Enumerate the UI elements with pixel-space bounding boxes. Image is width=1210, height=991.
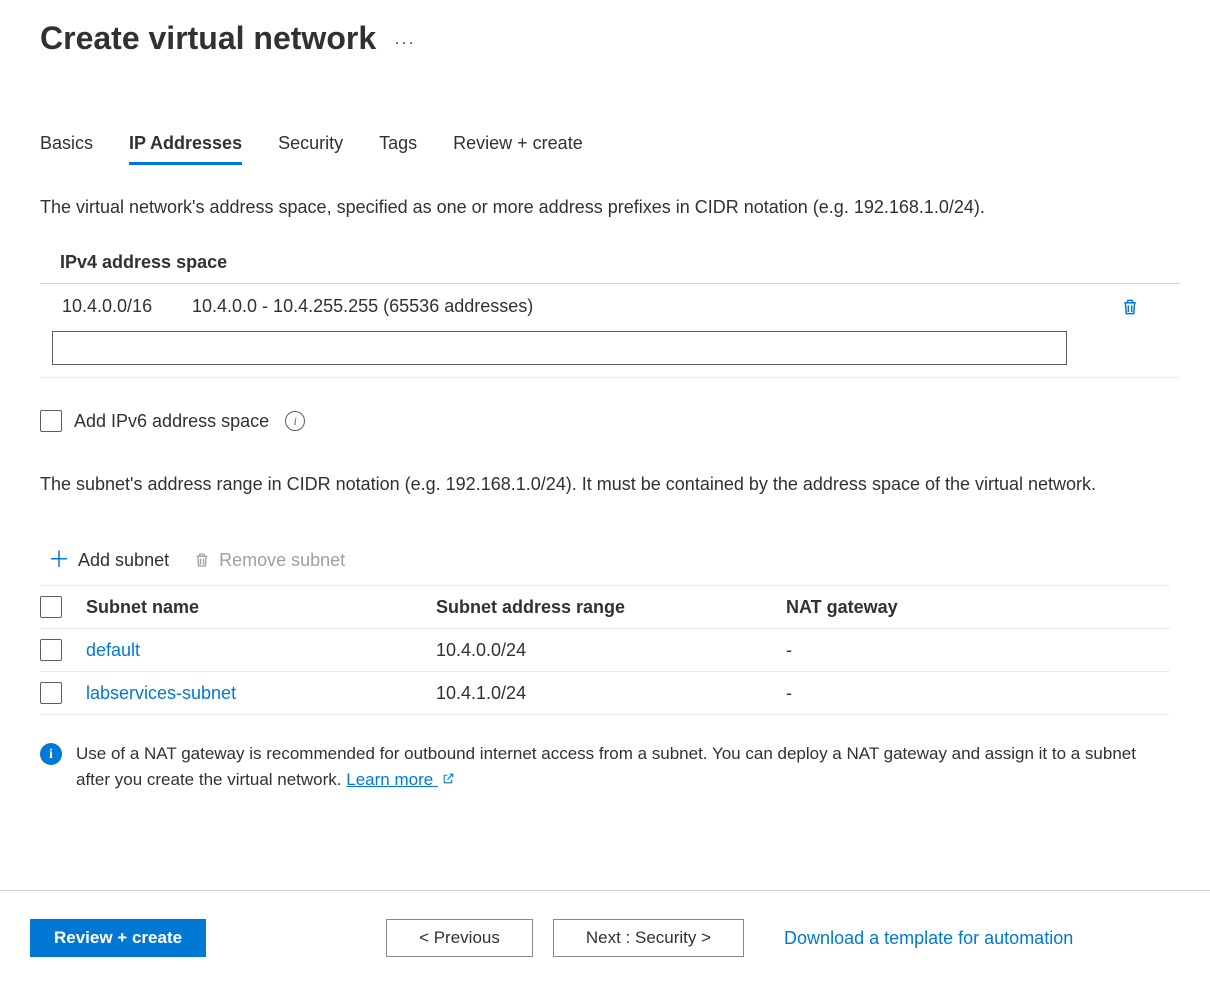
nat-gateway-info-banner: i Use of a NAT gateway is recommended fo… bbox=[40, 741, 1170, 792]
add-subnet-label: Add subnet bbox=[78, 550, 169, 571]
info-banner-text: Use of a NAT gateway is recommended for … bbox=[76, 744, 1136, 789]
next-button[interactable]: Next : Security > bbox=[553, 919, 744, 957]
subnet-range-value: 10.4.1.0/24 bbox=[436, 683, 786, 704]
remove-subnet-label: Remove subnet bbox=[219, 550, 345, 571]
new-address-space-input[interactable] bbox=[52, 331, 1067, 365]
more-actions-icon[interactable]: ··· bbox=[394, 32, 415, 53]
add-subnet-button[interactable]: ＋ Add subnet bbox=[48, 549, 169, 571]
ipv4-address-space-header: IPv4 address space bbox=[60, 252, 1180, 283]
previous-button[interactable]: < Previous bbox=[386, 919, 533, 957]
tab-bar: Basics IP Addresses Security Tags Review… bbox=[40, 133, 1180, 165]
subnet-description: The subnet's address range in CIDR notat… bbox=[40, 472, 1140, 497]
subnet-row-checkbox[interactable] bbox=[40, 639, 62, 661]
trash-icon bbox=[193, 551, 211, 569]
subnet-name-link[interactable]: default bbox=[86, 640, 436, 661]
subnet-col-range: Subnet address range bbox=[436, 597, 786, 618]
subnet-range-value: 10.4.0.0/24 bbox=[436, 640, 786, 661]
remove-subnet-button: Remove subnet bbox=[193, 550, 345, 571]
tab-review-create[interactable]: Review + create bbox=[453, 133, 583, 165]
subnet-col-name: Subnet name bbox=[86, 597, 436, 618]
subnet-select-all-checkbox[interactable] bbox=[40, 596, 62, 618]
address-space-input-row bbox=[40, 329, 1180, 378]
table-row: default 10.4.0.0/24 - bbox=[40, 629, 1170, 672]
subnet-col-nat: NAT gateway bbox=[786, 597, 1170, 618]
review-create-button[interactable]: Review + create bbox=[30, 919, 206, 957]
external-link-icon bbox=[442, 767, 455, 793]
tab-basics[interactable]: Basics bbox=[40, 133, 93, 165]
add-ipv6-label: Add IPv6 address space bbox=[74, 411, 269, 432]
tab-security[interactable]: Security bbox=[278, 133, 343, 165]
plus-icon: ＋ bbox=[48, 549, 70, 571]
subnet-name-link[interactable]: labservices-subnet bbox=[86, 683, 436, 704]
add-ipv6-checkbox[interactable] bbox=[40, 410, 62, 432]
subnet-nat-value: - bbox=[786, 640, 1170, 661]
address-cidr: 10.4.0.0/16 bbox=[62, 296, 192, 317]
tab-ip-addresses[interactable]: IP Addresses bbox=[129, 133, 242, 165]
info-icon: i bbox=[40, 743, 62, 765]
address-space-description: The virtual network's address space, spe… bbox=[40, 195, 1180, 220]
address-space-table: 10.4.0.0/16 10.4.0.0 - 10.4.255.255 (655… bbox=[40, 283, 1180, 378]
address-space-row: 10.4.0.0/16 10.4.0.0 - 10.4.255.255 (655… bbox=[40, 284, 1180, 329]
subnet-table: Subnet name Subnet address range NAT gat… bbox=[40, 585, 1170, 715]
learn-more-link[interactable]: Learn more bbox=[346, 770, 455, 789]
page-title: Create virtual network bbox=[40, 20, 376, 57]
table-row: labservices-subnet 10.4.1.0/24 - bbox=[40, 672, 1170, 715]
footer-bar: Review + create < Previous Next : Securi… bbox=[0, 890, 1210, 991]
download-template-link[interactable]: Download a template for automation bbox=[784, 928, 1073, 949]
subnet-nat-value: - bbox=[786, 683, 1170, 704]
subnet-row-checkbox[interactable] bbox=[40, 682, 62, 704]
address-range-description: 10.4.0.0 - 10.4.255.255 (65536 addresses… bbox=[192, 296, 533, 317]
ipv6-info-icon[interactable]: i bbox=[285, 411, 305, 431]
tab-tags[interactable]: Tags bbox=[379, 133, 417, 165]
delete-address-space-icon[interactable] bbox=[1120, 297, 1140, 317]
